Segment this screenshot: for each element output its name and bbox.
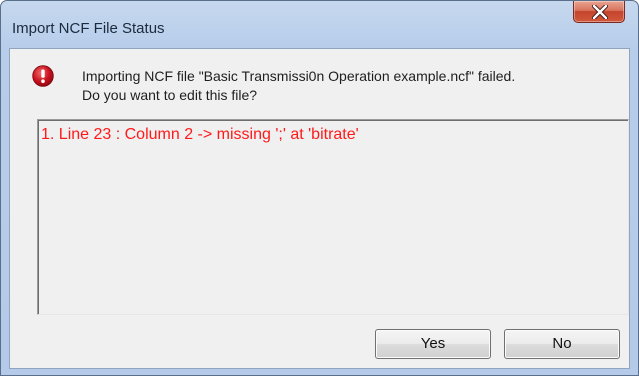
message-text: Importing NCF file "Basic Transmissi0n O… bbox=[82, 67, 622, 105]
window-title: Import NCF File Status bbox=[12, 20, 165, 37]
yes-button[interactable]: Yes bbox=[375, 329, 491, 359]
close-button[interactable] bbox=[573, 1, 625, 23]
error-list-item: 1. Line 23 : Column 2 -> missing ';' at … bbox=[41, 126, 359, 143]
error-list[interactable]: 1. Line 23 : Column 2 -> missing ';' at … bbox=[37, 119, 629, 315]
dialog-window: Import NCF File Status Importing NCF fil… bbox=[0, 0, 639, 376]
title-bar[interactable]: Import NCF File Status bbox=[1, 1, 638, 41]
error-icon bbox=[32, 65, 54, 87]
close-icon bbox=[592, 5, 608, 19]
dialog-content: Importing NCF file "Basic Transmissi0n O… bbox=[9, 48, 630, 369]
message-line-2: Do you want to edit this file? bbox=[82, 87, 258, 103]
no-button[interactable]: No bbox=[504, 329, 620, 359]
message-line-1: Importing NCF file "Basic Transmissi0n O… bbox=[82, 68, 516, 84]
